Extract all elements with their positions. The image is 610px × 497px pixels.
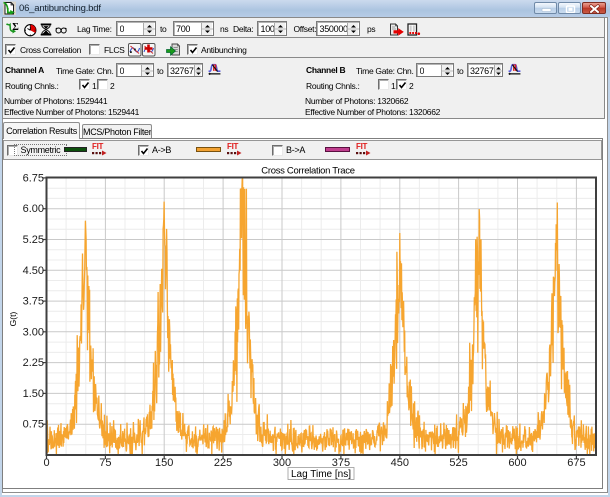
svg-text:FIT: FIT bbox=[227, 142, 239, 151]
svg-text:225: 225 bbox=[214, 457, 232, 469]
svg-text:450: 450 bbox=[391, 457, 409, 469]
svg-text:G(t): G(t) bbox=[8, 312, 18, 327]
svg-text:675: 675 bbox=[567, 457, 585, 469]
svg-text:4.50: 4.50 bbox=[23, 265, 44, 277]
svg-text:Σ: Σ bbox=[12, 22, 19, 33]
svg-text:FIT: FIT bbox=[356, 142, 368, 151]
svg-text:Cross Correlation Trace: Cross Correlation Trace bbox=[261, 166, 354, 177]
svg-text:525: 525 bbox=[449, 457, 467, 469]
svg-text:3.00: 3.00 bbox=[23, 326, 44, 338]
svg-text:150: 150 bbox=[155, 457, 173, 469]
svg-text:0: 0 bbox=[43, 457, 49, 469]
svg-text:3.75: 3.75 bbox=[23, 296, 44, 308]
svg-text:FIT: FIT bbox=[92, 142, 104, 151]
svg-text:1.50: 1.50 bbox=[23, 388, 44, 400]
svg-text:5.25: 5.25 bbox=[23, 234, 44, 246]
svg-text:2.25: 2.25 bbox=[23, 357, 44, 369]
svg-text:600: 600 bbox=[508, 457, 526, 469]
svg-text:6.00: 6.00 bbox=[23, 203, 44, 215]
svg-text:6.75: 6.75 bbox=[23, 172, 44, 184]
svg-text:75: 75 bbox=[99, 457, 111, 469]
svg-text:0.75: 0.75 bbox=[23, 419, 44, 431]
svg-text:Lag Time [ns]: Lag Time [ns] bbox=[291, 469, 351, 480]
